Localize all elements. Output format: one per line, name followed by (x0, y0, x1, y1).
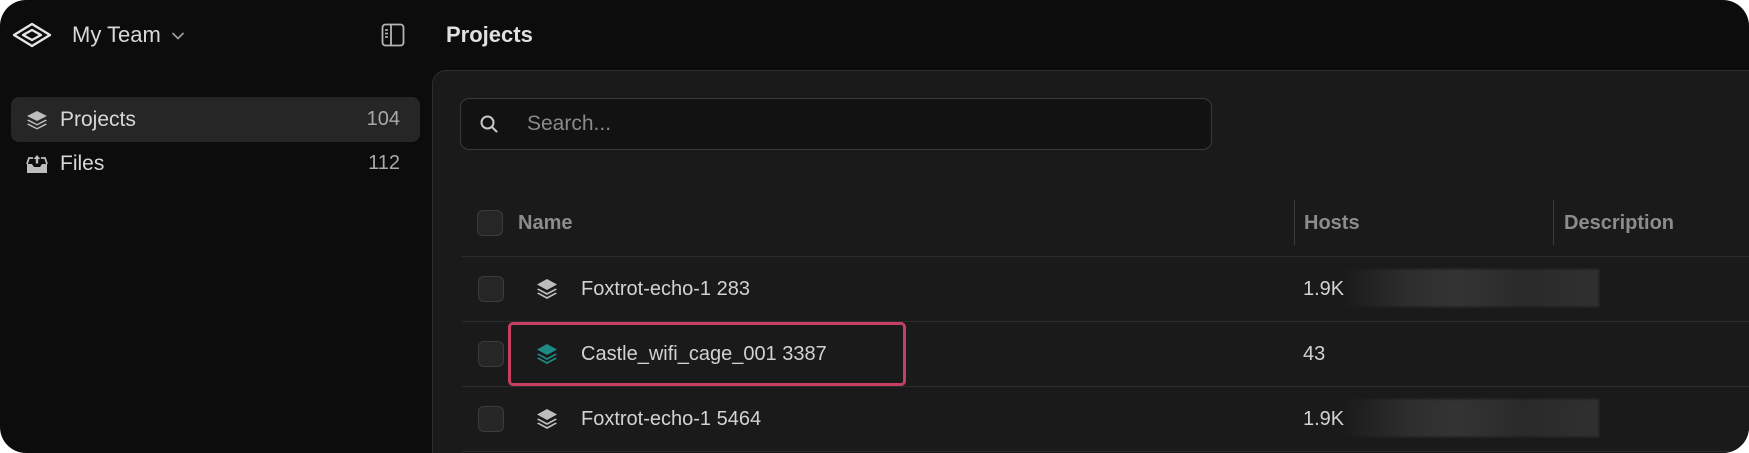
sidebar-item-count: 104 (366, 108, 400, 130)
sidebar-item-projects[interactable]: Projects 104 (11, 97, 420, 142)
select-all-checkbox[interactable] (477, 210, 503, 236)
row-name[interactable]: Foxtrot-echo-1 283 (581, 257, 750, 321)
layers-icon (537, 344, 557, 364)
sidebar-item-files[interactable]: Files 112 (11, 141, 420, 186)
column-divider[interactable] (1294, 200, 1295, 245)
chevron-down-icon (171, 32, 184, 40)
app-window: My Team Projects Projects 104 Files 112 … (0, 0, 1749, 453)
row-name[interactable]: Castle_wifi_cage_001 3387 (581, 322, 827, 386)
row-checkbox[interactable] (478, 406, 504, 432)
layers-icon (537, 279, 557, 299)
layers-icon (537, 409, 557, 429)
table-row[interactable]: Castle_wifi_cage_001 3387 43 (462, 322, 1749, 387)
page-title: Projects (446, 22, 533, 47)
hosts-sparkline (1341, 399, 1599, 437)
layers-icon (27, 110, 47, 129)
table-row[interactable]: Foxtrot-echo-1 5464 1.9K (462, 387, 1749, 452)
column-header-description[interactable]: Description (1564, 200, 1674, 246)
column-header-hosts[interactable]: Hosts (1304, 200, 1360, 246)
search-box[interactable] (460, 98, 1212, 150)
table-header: Name Hosts Description (462, 200, 1749, 257)
row-hosts: 1.9K (1303, 278, 1345, 300)
hosts-sparkline (1341, 269, 1599, 307)
sidebar-toggle-icon[interactable] (380, 22, 406, 48)
row-checkbox[interactable] (478, 341, 504, 367)
inbox-upload-icon (26, 154, 48, 173)
sidebar-item-label: Files (60, 151, 105, 175)
sidebar-item-count: 112 (368, 152, 400, 174)
sidebar-item-label: Projects (60, 107, 136, 131)
team-name: My Team (72, 22, 161, 47)
row-checkbox[interactable] (478, 276, 504, 302)
search-icon (480, 115, 498, 133)
team-switcher[interactable]: My Team (72, 20, 185, 50)
row-hosts: 43 (1303, 343, 1326, 365)
row-name[interactable]: Foxtrot-echo-1 5464 (581, 387, 761, 451)
column-header-name[interactable]: Name (518, 200, 572, 246)
row-hosts: 1.9K (1303, 408, 1345, 430)
table-row[interactable]: Foxtrot-echo-1 283 1.9K (462, 257, 1749, 322)
app-logo-icon[interactable] (12, 22, 52, 48)
search-input[interactable] (527, 99, 1187, 149)
column-divider[interactable] (1553, 200, 1554, 245)
